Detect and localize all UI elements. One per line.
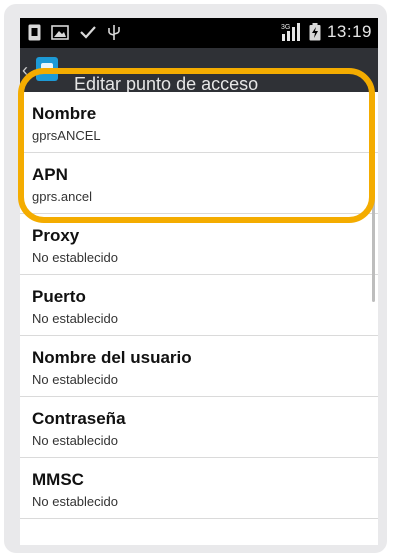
status-time: 13:19 xyxy=(326,22,372,41)
setting-value: No establecido xyxy=(32,433,118,448)
setting-value: gprs.ancel xyxy=(32,189,92,204)
setting-value: No establecido xyxy=(32,250,118,265)
setting-item-apn[interactable]: APN gprs.ancel xyxy=(20,153,378,214)
page-title: Editar punto de acceso xyxy=(74,74,259,92)
apn-settings-list: Nombre gprsANCEL APN gprs.ancel Proxy No… xyxy=(20,92,378,519)
device-frame: 3G 13:19 ‹ Editar punto de acceso Nombre… xyxy=(4,4,387,553)
setting-title: MMSC xyxy=(32,470,84,489)
action-bar: ‹ Editar punto de acceso xyxy=(20,48,378,92)
setting-item-password[interactable]: Contraseña No establecido xyxy=(20,397,378,458)
setting-title: APN xyxy=(32,165,68,184)
status-bar: 3G 13:19 xyxy=(20,18,378,48)
setting-value: No establecido xyxy=(32,494,118,509)
battery-icon xyxy=(309,23,321,41)
setting-title: Nombre xyxy=(32,104,97,123)
setting-title: Puerto xyxy=(32,287,86,306)
settings-app-icon[interactable] xyxy=(36,57,58,81)
back-icon[interactable]: ‹ xyxy=(22,60,28,81)
phone-screen: 3G 13:19 ‹ Editar punto de acceso Nombre… xyxy=(20,18,378,545)
check-icon xyxy=(80,26,96,39)
image-icon xyxy=(51,24,69,40)
status-bar-left xyxy=(28,23,121,41)
network-badge: 3G xyxy=(281,24,290,31)
setting-title: Contraseña xyxy=(32,409,126,428)
setting-item-username[interactable]: Nombre del usuario No establecido xyxy=(20,336,378,397)
scrollbar[interactable] xyxy=(372,116,375,302)
status-bar-right: 3G 13:19 xyxy=(281,22,372,42)
setting-item-mmsc[interactable]: MMSC No establecido xyxy=(20,458,378,519)
setting-item-nombre[interactable]: Nombre gprsANCEL xyxy=(20,92,378,153)
setting-value: gprsANCEL xyxy=(32,128,101,143)
setting-title: Proxy xyxy=(32,226,80,245)
setting-title: Nombre del usuario xyxy=(32,348,192,367)
signal-icon: 3G xyxy=(281,23,300,41)
usb-icon xyxy=(108,25,120,40)
setting-item-puerto[interactable]: Puerto No establecido xyxy=(20,275,378,336)
setting-item-proxy[interactable]: Proxy No establecido xyxy=(20,214,378,275)
sim-icon xyxy=(28,24,41,40)
setting-value: No establecido xyxy=(32,311,118,326)
setting-value: No establecido xyxy=(32,372,118,387)
